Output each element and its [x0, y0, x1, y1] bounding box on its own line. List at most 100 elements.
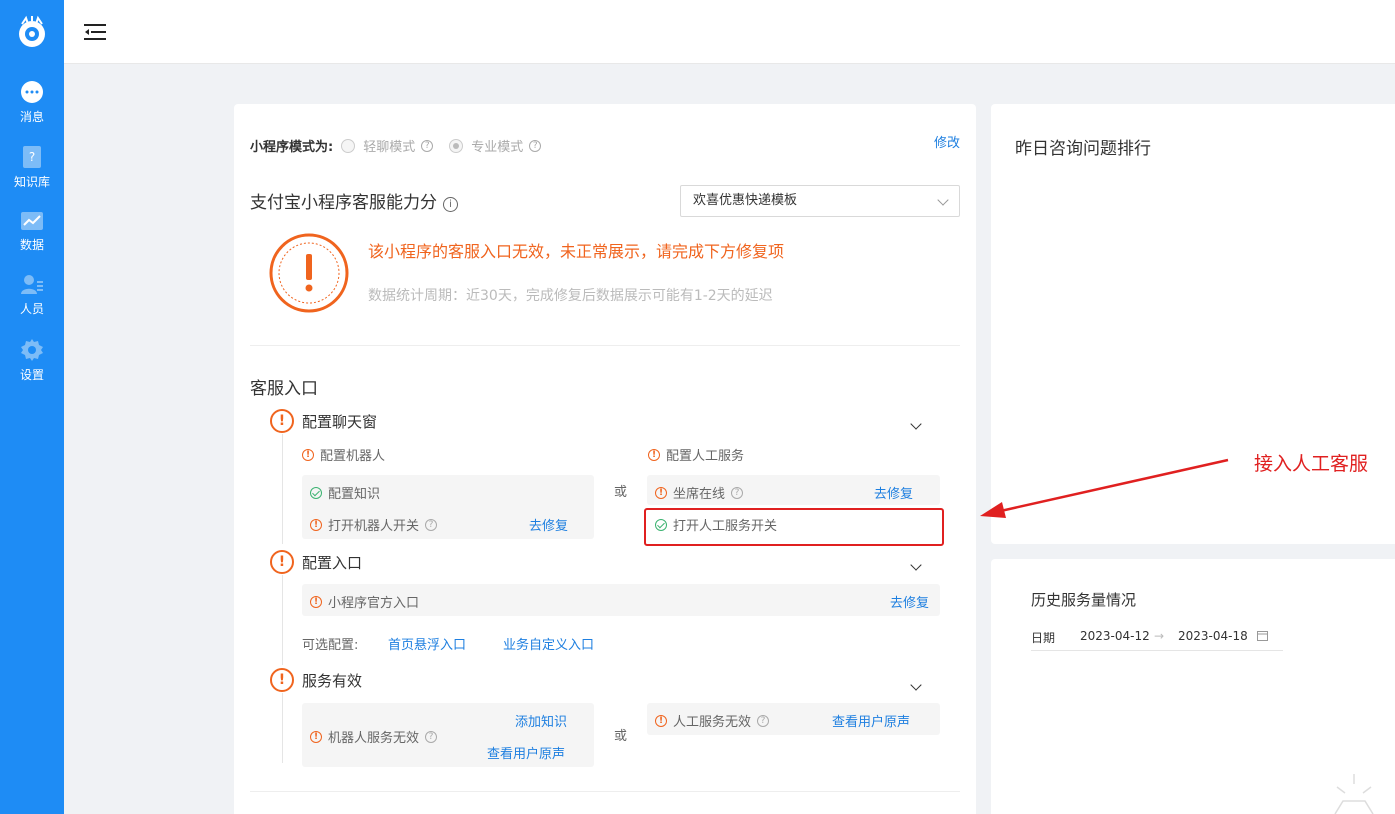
- step-title: 配置入口: [302, 553, 363, 572]
- mode-option-pro[interactable]: 专业模式 ?: [449, 136, 542, 155]
- sidebar-item-label: 知识库: [13, 175, 50, 189]
- ability-title: 支付宝小程序客服能力分 i: [250, 188, 458, 213]
- add-knowledge-link[interactable]: 添加知识: [515, 711, 567, 730]
- warning-icon: !: [302, 448, 314, 461]
- human-fix-link[interactable]: 去修复: [874, 483, 913, 502]
- custom-entry-link[interactable]: 业务自定义入口: [503, 634, 594, 653]
- human-config-header: ! 配置人工服务: [648, 445, 744, 464]
- ability-title-text: 支付宝小程序客服能力分: [250, 193, 437, 213]
- sidebar-item-settings[interactable]: 设置: [0, 338, 64, 398]
- date-range-picker[interactable]: 日期 2023-04-12 → 2023-04-18: [1031, 629, 1283, 651]
- sidebar-item-messages[interactable]: 消息: [0, 80, 64, 140]
- entry-fix-link[interactable]: 去修复: [890, 592, 929, 611]
- date-separator: →: [1154, 629, 1165, 643]
- item-label: 配置知识: [328, 487, 381, 502]
- robot-switch-item: ! 打开机器人开关 ?: [310, 515, 438, 534]
- human-online-item: ! 坐席在线 ?: [655, 483, 744, 502]
- help-icon[interactable]: ?: [425, 518, 438, 531]
- help-icon[interactable]: ?: [421, 139, 434, 152]
- annotation-arrow-icon: [980, 458, 1229, 518]
- warning-title: 该小程序的客服入口无效，未正常展示，请完成下方修复项: [368, 242, 785, 261]
- template-select-value: 欢喜优惠快递模板: [693, 193, 798, 208]
- svg-text:?: ?: [29, 150, 35, 164]
- sidebar-item-label: 设置: [19, 368, 44, 382]
- help-icon[interactable]: ?: [425, 730, 438, 743]
- help-icon[interactable]: ?: [757, 714, 770, 727]
- robot-knowledge-item: 配置知识: [310, 483, 380, 502]
- calendar-icon[interactable]: [1257, 630, 1268, 641]
- app-logo-icon: [19, 15, 45, 47]
- item-label: 坐席在线: [673, 487, 726, 502]
- sidebar-item-label: 数据: [19, 238, 44, 252]
- warning-icon: !: [270, 409, 294, 433]
- template-select[interactable]: 欢喜优惠快递模板: [680, 185, 960, 217]
- step-title: 服务有效: [302, 671, 363, 690]
- warning-icon: !: [310, 730, 322, 743]
- step-connector: [282, 575, 283, 665]
- step-connector: [282, 434, 283, 544]
- warning-icon: !: [310, 595, 322, 608]
- loading-spinner-icon: [1334, 774, 1374, 814]
- floating-entry-link[interactable]: 首页悬浮入口: [388, 634, 466, 653]
- mode-label: 小程序模式为:: [250, 140, 334, 155]
- mode-option-light[interactable]: 轻聊模式 ?: [341, 136, 434, 155]
- chevron-down-icon[interactable]: [910, 559, 922, 571]
- step-service-valid: ! 服务有效: [270, 668, 362, 692]
- sub-title: 配置人工服务: [666, 449, 745, 464]
- radio-circle: [449, 138, 464, 153]
- divider: [250, 791, 960, 792]
- sidebar-item-data[interactable]: 数据: [0, 210, 64, 270]
- optional-config-row: 可选配置:: [302, 634, 358, 653]
- or-label: 或: [614, 729, 628, 744]
- mode-option-label: 轻聊模式: [363, 140, 416, 155]
- sub-title: 配置机器人: [320, 449, 386, 464]
- warning-icon: !: [648, 448, 660, 461]
- annotation-label: 接入人工客服: [1254, 453, 1369, 475]
- optional-label: 可选配置:: [302, 638, 359, 653]
- radio-circle: [341, 138, 356, 153]
- warning-icon: !: [655, 486, 667, 499]
- chevron-down-icon: [937, 194, 949, 206]
- item-label: 打开机器人开关: [328, 519, 420, 534]
- item-label: 机器人服务无效: [328, 731, 420, 746]
- info-icon[interactable]: i: [443, 197, 458, 212]
- item-label: 小程序官方入口: [328, 596, 420, 611]
- gear-icon: [21, 339, 43, 361]
- sidebar-item-label: 消息: [19, 110, 44, 124]
- robot-invalid-item: ! 机器人服务无效 ?: [310, 727, 438, 746]
- or-label: 或: [614, 485, 628, 500]
- human-invalid-item: ! 人工服务无效 ?: [655, 711, 770, 730]
- chevron-down-icon[interactable]: [910, 418, 922, 430]
- history-service-card: 历史服务量情况 日期 2023-04-12 → 2023-04-18: [991, 559, 1395, 814]
- annotation-highlight-box: [644, 508, 944, 546]
- help-icon[interactable]: ?: [529, 139, 542, 152]
- step-chat-window: ! 配置聊天窗: [270, 409, 377, 433]
- help-icon[interactable]: ?: [731, 486, 744, 499]
- step-entry: ! 配置入口: [270, 550, 362, 574]
- edit-mode-link[interactable]: 修改: [934, 132, 960, 151]
- chat-bubble-icon: [21, 81, 43, 103]
- warning-icon: !: [310, 518, 322, 531]
- service-ability-card: 小程序模式为: 轻聊模式 ? 专业模式 ? 修改 支付宝小程序客服能力分 i 欢喜…: [234, 104, 976, 814]
- warning-subtitle: 数据统计周期：近30天，完成修复后数据展示可能有1-2天的延迟: [368, 288, 773, 304]
- chevron-down-icon[interactable]: [910, 679, 922, 691]
- end-date[interactable]: 2023-04-18: [1178, 629, 1248, 643]
- check-circle-icon: [310, 486, 322, 499]
- warning-icon: !: [270, 550, 294, 574]
- view-user-voice-link[interactable]: 查看用户原声: [832, 711, 910, 730]
- menu-fold-icon[interactable]: [84, 22, 106, 42]
- rank-title: 昨日咨询问题排行: [1015, 139, 1151, 159]
- sidebar-item-label: 人员: [19, 302, 44, 316]
- mode-option-label: 专业模式: [471, 140, 524, 155]
- view-user-voice-link[interactable]: 查看用户原声: [487, 743, 565, 762]
- official-entry-item: ! 小程序官方入口: [310, 592, 419, 611]
- sidebar-item-knowledge[interactable]: ? 知识库: [0, 145, 64, 205]
- sidebar-item-staff[interactable]: 人员: [0, 274, 64, 334]
- robot-config-header: ! 配置机器人: [302, 445, 385, 464]
- top-header: [64, 0, 1395, 64]
- history-title: 历史服务量情况: [1031, 591, 1137, 609]
- start-date[interactable]: 2023-04-12: [1080, 629, 1150, 643]
- robot-fix-link[interactable]: 去修复: [529, 515, 568, 534]
- warning-circle-icon: [269, 233, 349, 313]
- sidebar: 消息 ? 知识库 数据 人员 设置: [0, 0, 64, 814]
